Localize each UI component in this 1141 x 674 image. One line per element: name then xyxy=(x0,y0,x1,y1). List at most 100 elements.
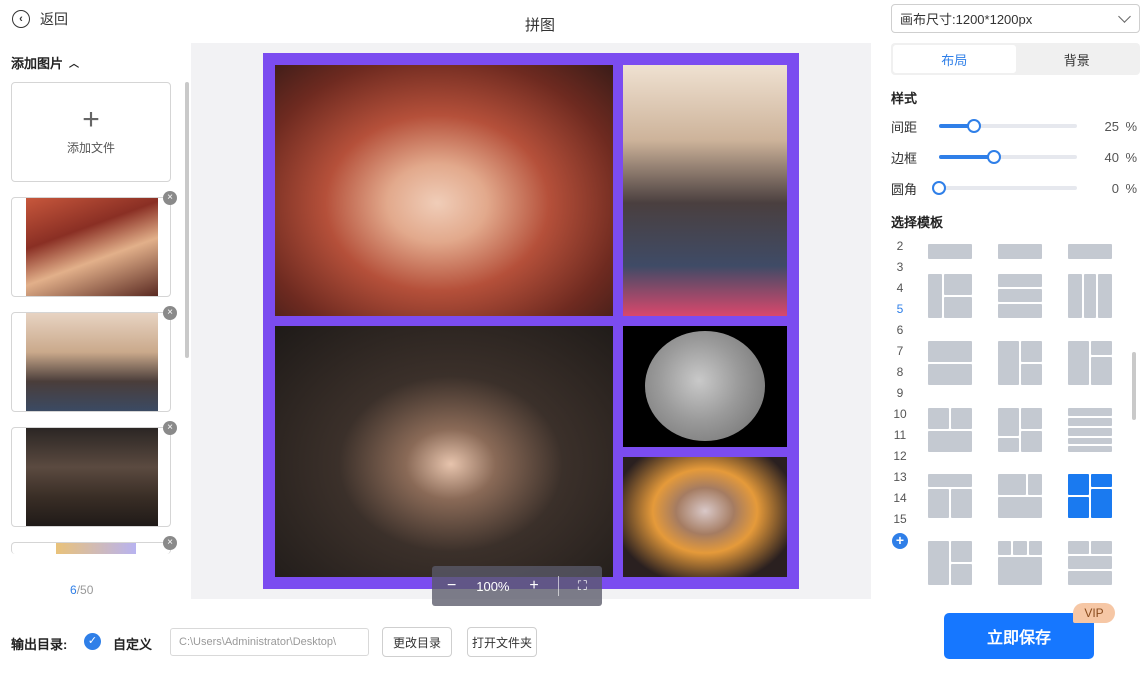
plus-icon: + xyxy=(82,102,100,136)
template-count-item[interactable]: 11 xyxy=(888,425,912,446)
add-count-icon[interactable]: + xyxy=(892,533,908,549)
collage-cell-1[interactable] xyxy=(275,65,613,316)
fit-screen-icon[interactable]: ⛶ xyxy=(563,578,602,594)
template-count-item[interactable]: 14 xyxy=(888,488,912,509)
output-path-input[interactable] xyxy=(170,628,369,656)
layout-template[interactable] xyxy=(1068,408,1112,452)
page-title: 拼图 xyxy=(524,17,555,34)
template-count-item[interactable]: 10 xyxy=(888,404,912,425)
border-unit: % xyxy=(1125,149,1137,165)
custom-dir-checkbox[interactable]: ✓ xyxy=(84,633,101,650)
layout-template[interactable] xyxy=(928,474,972,518)
template-count-item[interactable]: 9 xyxy=(888,383,912,404)
zoom-out-button[interactable]: − xyxy=(432,577,471,595)
zoom-divider xyxy=(557,576,559,596)
image-thumbnail[interactable] xyxy=(11,542,171,554)
template-count-item[interactable]: 7 xyxy=(888,341,912,362)
chevron-down-icon xyxy=(1118,10,1131,23)
template-count-item[interactable]: 3 xyxy=(888,257,912,278)
layout-template[interactable] xyxy=(928,274,972,318)
layout-template[interactable] xyxy=(928,341,972,385)
layout-template[interactable] xyxy=(1068,236,1112,259)
template-block xyxy=(1091,489,1112,518)
template-block xyxy=(1068,244,1112,259)
tab-layout[interactable]: 布局 xyxy=(893,45,1016,73)
layout-template[interactable] xyxy=(998,274,1042,318)
thumbnail-scrollbar[interactable] xyxy=(185,82,189,358)
template-count-item[interactable]: 13 xyxy=(888,467,912,488)
border-label: 边框 xyxy=(891,150,918,166)
delete-image-icon[interactable]: × xyxy=(163,306,177,320)
zoom-in-button[interactable]: + xyxy=(514,577,553,595)
spacing-slider-handle[interactable] xyxy=(966,119,981,133)
template-block xyxy=(998,289,1042,302)
template-block xyxy=(944,274,972,295)
template-count-item[interactable]: 4 xyxy=(888,278,912,299)
corner-slider-handle[interactable] xyxy=(932,181,946,195)
template-block xyxy=(928,474,972,487)
template-block xyxy=(998,408,1019,436)
zoom-toolbar: − 100% + ⛶ xyxy=(432,566,602,606)
image-thumbnail[interactable] xyxy=(11,197,171,297)
image-thumbnail[interactable] xyxy=(11,427,171,527)
add-images-header[interactable]: 添加图片 ︿ xyxy=(11,53,79,72)
template-count-item[interactable]: 6 xyxy=(888,320,912,341)
delete-image-icon[interactable]: × xyxy=(163,536,177,550)
canvas-size-select[interactable]: 画布尺寸:1200*1200px xyxy=(891,4,1140,33)
collage-cell-3[interactable] xyxy=(275,326,613,577)
template-count-item[interactable]: 8 xyxy=(888,362,912,383)
collage-cell-4[interactable] xyxy=(623,326,787,447)
template-block xyxy=(1068,446,1112,452)
template-block xyxy=(928,364,972,385)
add-file-button[interactable]: + 添加文件 xyxy=(11,82,171,182)
canvas-size-value: 画布尺寸:1200*1200px xyxy=(900,12,1033,27)
template-scrollbar[interactable] xyxy=(1132,352,1136,420)
layout-template[interactable] xyxy=(1068,274,1112,318)
layout-template[interactable] xyxy=(928,236,972,259)
layout-template[interactable] xyxy=(1068,474,1112,518)
image-thumbnail[interactable] xyxy=(11,312,171,412)
layout-template[interactable] xyxy=(998,408,1042,452)
template-block xyxy=(1068,408,1112,416)
layout-template[interactable] xyxy=(1068,341,1112,385)
template-count-list: 2 3 4 5 6 7 8 9 10 11 12 13 14 15 xyxy=(888,236,912,526)
save-now-button[interactable]: 立即保存 xyxy=(944,613,1094,659)
change-dir-button[interactable]: 更改目录 xyxy=(382,627,452,657)
template-block xyxy=(951,541,972,562)
template-block xyxy=(928,541,949,585)
template-block xyxy=(1013,541,1027,555)
delete-image-icon[interactable]: × xyxy=(163,421,177,435)
zoom-level: 100% xyxy=(476,578,510,594)
template-block xyxy=(998,557,1042,585)
chevron-left-icon: ‹ xyxy=(12,10,30,28)
tab-background[interactable]: 背景 xyxy=(1016,45,1139,73)
back-button[interactable]: ‹ 返回 xyxy=(12,9,68,29)
template-count-item[interactable]: 5 xyxy=(888,299,912,320)
layout-template[interactable] xyxy=(998,341,1042,385)
template-block xyxy=(1028,474,1042,495)
layout-template[interactable] xyxy=(998,474,1042,518)
moon-image xyxy=(645,331,765,441)
layout-template[interactable] xyxy=(928,541,972,585)
delete-image-icon[interactable]: × xyxy=(163,191,177,205)
template-count-item[interactable]: 15 xyxy=(888,509,912,526)
collage-cell-5[interactable] xyxy=(623,457,787,577)
border-slider-handle[interactable] xyxy=(987,150,1002,164)
border-slider[interactable] xyxy=(939,150,1077,164)
collage-preview[interactable] xyxy=(263,53,799,589)
open-folder-button[interactable]: 打开文件夹 xyxy=(467,627,537,657)
layout-template[interactable] xyxy=(998,236,1042,259)
image-count-current: 6 xyxy=(70,583,77,597)
layout-template[interactable] xyxy=(998,541,1042,585)
template-block xyxy=(998,438,1019,452)
layout-template[interactable] xyxy=(1068,541,1112,585)
spacing-slider[interactable] xyxy=(939,119,1077,133)
layout-template[interactable] xyxy=(928,408,972,452)
template-block xyxy=(998,497,1042,518)
template-block xyxy=(951,564,972,585)
template-count-item[interactable]: 2 xyxy=(888,236,912,257)
collage-cell-2[interactable] xyxy=(623,65,787,316)
template-count-item[interactable]: 12 xyxy=(888,446,912,467)
corner-slider[interactable] xyxy=(932,181,1077,195)
template-block xyxy=(1091,541,1112,554)
